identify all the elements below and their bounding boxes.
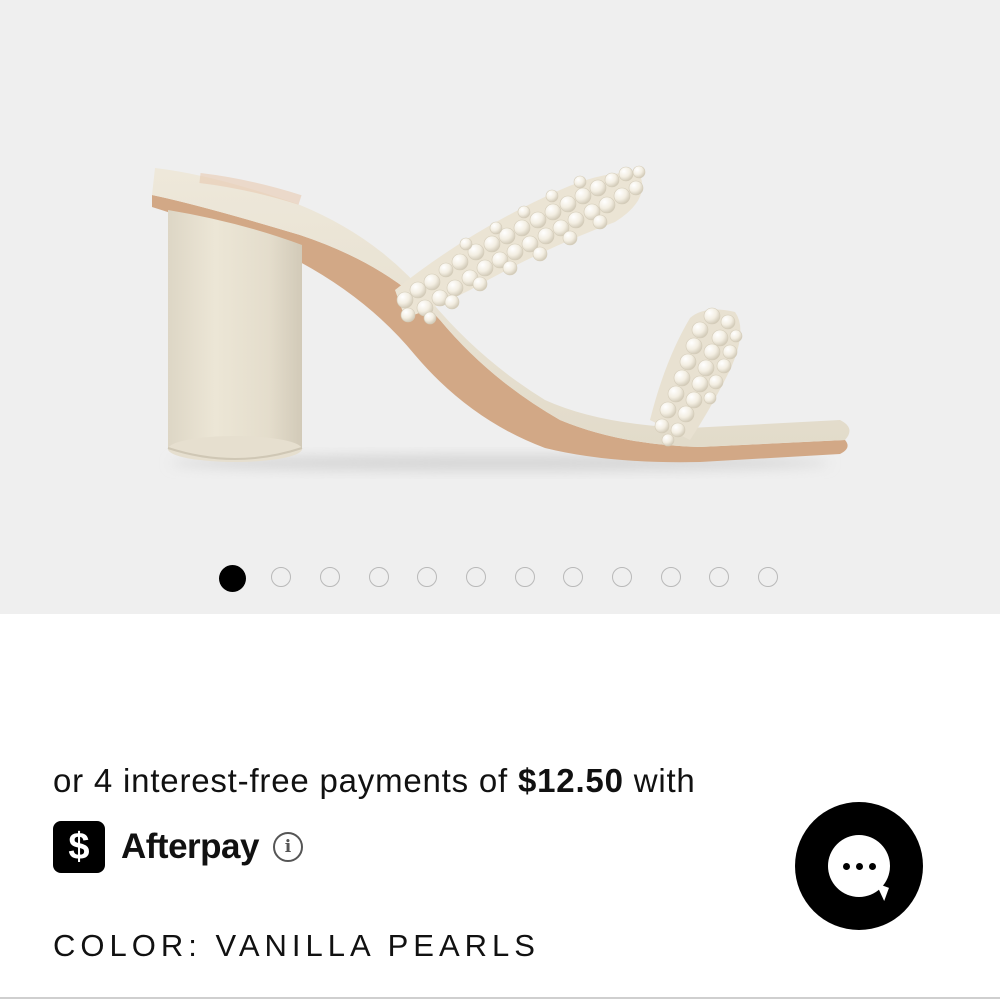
afterpay-logo-icon: $ — [53, 821, 105, 873]
gallery-dot-10[interactable] — [661, 567, 681, 587]
gallery-dot-3[interactable] — [320, 567, 340, 587]
info-icon[interactable]: i — [272, 832, 303, 862]
gallery-dot-8[interactable] — [563, 567, 583, 587]
afterpay-name: Afterpay — [121, 827, 259, 866]
gallery-dot-4[interactable] — [369, 567, 389, 587]
chat-button[interactable] — [795, 802, 923, 930]
gallery-dot-1[interactable] — [219, 565, 246, 592]
afterpay-logo-glyph: $ — [68, 825, 90, 868]
chat-bubble-icon — [828, 835, 890, 901]
afterpay-row: $ Afterpay i — [53, 820, 303, 874]
installment-amount: $12.50 — [518, 762, 624, 799]
gallery-dot-6[interactable] — [466, 567, 486, 587]
installment-prefix: or 4 interest-free payments of — [53, 762, 509, 799]
color-selection: COLOR: VANILLA PEARLS — [53, 928, 540, 964]
product-image-gallery[interactable] — [0, 0, 1000, 614]
gallery-dot-7[interactable] — [515, 567, 535, 587]
product-page: or 4 interest-free payments of $12.50 wi… — [0, 0, 1000, 1000]
divider — [0, 997, 1000, 999]
gallery-dot-12[interactable] — [758, 567, 778, 587]
installment-message: or 4 interest-free payments of $12.50 wi… — [53, 762, 696, 800]
gallery-dot-11[interactable] — [709, 567, 729, 587]
gallery-pagination — [0, 564, 1000, 592]
gallery-dot-9[interactable] — [612, 567, 632, 587]
gallery-dot-5[interactable] — [417, 567, 437, 587]
gallery-dot-2[interactable] — [271, 567, 291, 587]
color-value: VANILLA PEARLS — [215, 928, 540, 963]
product-image[interactable] — [0, 0, 1000, 614]
info-icon-glyph: i — [284, 837, 292, 857]
installment-suffix: with — [633, 762, 696, 799]
color-label: COLOR: — [53, 928, 202, 963]
